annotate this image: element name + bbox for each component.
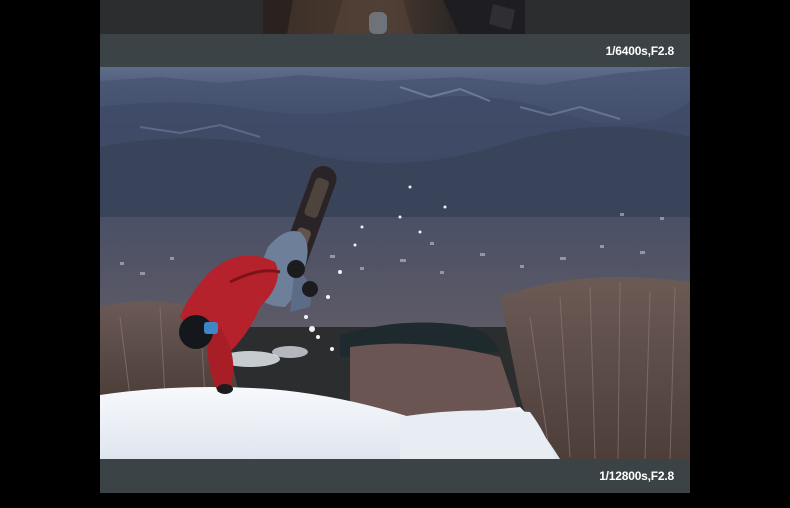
- exposure-caption-top: 1/6400s,F2.8: [605, 43, 675, 58]
- caption-bar-bottom: 1/12800s,F2.8: [100, 459, 690, 493]
- photo-column: 1/6400s,F2.8 1/12800s,F2.8: [100, 0, 690, 493]
- top-photo-fragment: [263, 0, 525, 34]
- snowboarder-photo: [100, 67, 690, 459]
- caption-bar-top: 1/6400s,F2.8: [100, 34, 690, 67]
- page: 1/6400s,F2.8 1/12800s,F2.8: [0, 0, 790, 508]
- exposure-caption-bottom: 1/12800s,F2.8: [599, 469, 674, 483]
